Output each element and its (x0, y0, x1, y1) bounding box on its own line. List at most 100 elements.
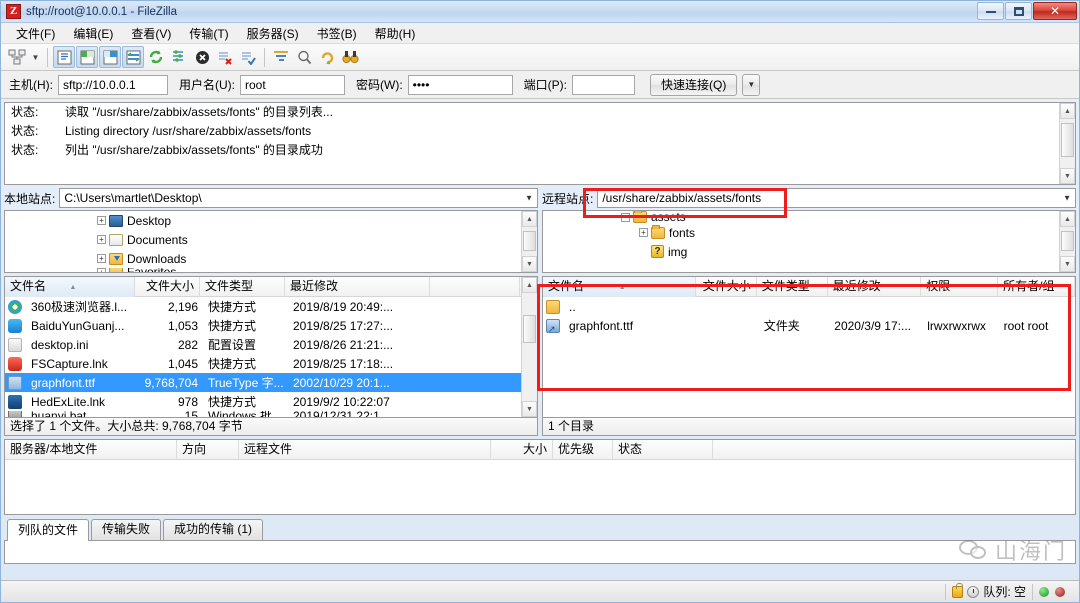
host-input[interactable] (58, 74, 168, 95)
scroll-down-icon[interactable]: ▼ (522, 256, 537, 272)
tab-queued-files[interactable]: 列队的文件 (7, 519, 90, 541)
ini-file-icon (8, 337, 22, 352)
scroll-up-icon[interactable]: ▲ (522, 277, 537, 293)
menu-bookmarks[interactable]: 书签(B) (308, 23, 366, 44)
scroll-up-icon[interactable]: ▲ (1060, 103, 1075, 119)
scrollbar-thumb[interactable] (1061, 231, 1074, 251)
disconnect-button[interactable] (214, 46, 236, 68)
tree-expander-icon[interactable]: + (97, 268, 106, 272)
process-queue-button[interactable] (168, 46, 190, 68)
toggle-transfer-queue-button[interactable] (122, 46, 144, 68)
local-directory-tree[interactable]: + Desktop + Documents + Downloads + ▲ ▼ (4, 210, 538, 273)
column-header-priority[interactable]: 优先级 (553, 440, 613, 460)
message-log-scrollbar[interactable]: ▲ ▼ (1059, 103, 1075, 184)
compare-directories-button[interactable] (293, 46, 315, 68)
menu-help[interactable]: 帮助(H) (366, 23, 425, 44)
minimize-button[interactable] (977, 2, 1004, 20)
remote-file-list-header: 文件名 ▲ 文件大小 文件类型 最近修改 权限 所有者/组 (543, 277, 1075, 297)
scroll-down-icon[interactable]: ▼ (1060, 256, 1075, 272)
table-row[interactable]: HedExLite.lnk 978 快捷方式 2019/9/2 10:22:07 (5, 392, 537, 411)
scrollbar-thumb[interactable] (523, 231, 536, 251)
local-site-input[interactable]: C:\Users\martlet\Desktop\ ▼ (59, 188, 538, 208)
site-manager-button[interactable] (6, 46, 28, 68)
column-header-modified[interactable]: 最近修改 (285, 277, 430, 297)
column-header-status[interactable]: 状态 (613, 440, 713, 460)
toggle-local-tree-button[interactable] (76, 46, 98, 68)
column-header-filetype[interactable]: 文件类型 (757, 277, 828, 297)
remote-file-list[interactable]: 文件名 ▲ 文件大小 文件类型 最近修改 权限 所有者/组 .. ↗ graph… (542, 276, 1076, 418)
menu-server[interactable]: 服务器(S) (238, 23, 308, 44)
site-manager-dropdown-icon[interactable]: ▼ (29, 46, 42, 68)
quickconnect-button[interactable]: 快速连接(Q) (650, 73, 738, 96)
port-input[interactable] (572, 74, 635, 95)
tree-item-desktop[interactable]: + Desktop (5, 211, 537, 230)
remote-tree-scrollbar[interactable]: ▲ ▼ (1059, 211, 1075, 272)
synchronized-browsing-button[interactable] (316, 46, 338, 68)
tree-item-favorites[interactable]: + Favorites (5, 268, 537, 272)
tree-item-downloads[interactable]: + Downloads (5, 249, 537, 268)
menu-transfer[interactable]: 传输(T) (180, 23, 237, 44)
cancel-operation-button[interactable] (191, 46, 213, 68)
toggle-message-log-button[interactable] (53, 46, 75, 68)
column-header-filetype[interactable]: 文件类型 (200, 277, 285, 297)
tab-successful-transfers[interactable]: 成功的传输 (1) (163, 519, 264, 540)
tree-item-fonts[interactable]: + fonts (543, 223, 1075, 242)
tree-expander-icon[interactable]: + (639, 228, 648, 237)
tab-failed-transfers[interactable]: 传输失败 (91, 519, 162, 540)
table-row[interactable]: desktop.ini 282 配置设置 2019/8/26 21:21:... (5, 335, 537, 354)
column-header-server-local-file[interactable]: 服务器/本地文件 (5, 440, 177, 460)
chevron-down-icon[interactable]: ▼ (525, 194, 533, 203)
tree-item-documents[interactable]: + Documents (5, 230, 537, 249)
find-files-button[interactable] (339, 46, 361, 68)
menu-view[interactable]: 查看(V) (122, 23, 180, 44)
column-header-blank[interactable] (430, 277, 520, 297)
tree-expander-icon[interactable]: + (97, 216, 106, 225)
scroll-up-icon[interactable]: ▲ (522, 211, 537, 227)
column-header-size[interactable]: 大小 (491, 440, 553, 460)
maximize-button[interactable] (1005, 2, 1032, 20)
column-header-filename[interactable]: 文件名 ▲ (5, 277, 135, 297)
column-header-remote-file[interactable]: 远程文件 (239, 440, 491, 460)
table-row[interactable]: FSCapture.lnk 1,045 快捷方式 2019/8/25 17:18… (5, 354, 537, 373)
quickconnect-history-dropdown-icon[interactable]: ▼ (742, 73, 761, 96)
close-button[interactable]: ✕ (1033, 2, 1077, 20)
column-header-filename[interactable]: 文件名 ▲ (543, 277, 696, 297)
local-file-list[interactable]: 文件名 ▲ 文件大小 文件类型 最近修改 360极速浏览器.l... 2,196… (4, 276, 538, 418)
table-row[interactable]: BaiduYunGuanj... 1,053 快捷方式 2019/8/25 17… (5, 316, 537, 335)
scrollbar-thumb[interactable] (523, 315, 536, 343)
filter-button[interactable] (270, 46, 292, 68)
scroll-down-icon[interactable]: ▼ (522, 401, 537, 417)
chevron-down-icon[interactable]: ▼ (1063, 194, 1071, 203)
remote-site-input[interactable]: /usr/share/zabbix/assets/fonts ▼ (597, 188, 1076, 208)
scroll-up-icon[interactable]: ▲ (1060, 211, 1075, 227)
password-input[interactable] (407, 74, 513, 95)
column-header-owner-group[interactable]: 所有者/组 (998, 277, 1075, 297)
tree-expander-icon[interactable]: + (97, 235, 106, 244)
local-file-list-scrollbar[interactable]: ▲ ▼ (521, 277, 537, 417)
scrollbar-thumb[interactable] (1061, 123, 1074, 157)
column-header-filesize[interactable]: 文件大小 (135, 277, 200, 297)
refresh-button[interactable] (145, 46, 167, 68)
local-tree-scrollbar[interactable]: ▲ ▼ (521, 211, 537, 272)
table-row[interactable]: 360极速浏览器.l... 2,196 快捷方式 2019/8/19 20:49… (5, 297, 537, 316)
table-row[interactable]: huanyi.bat 15 Windows 批... 2019/12/31 22… (5, 411, 537, 417)
table-row[interactable]: .. (543, 297, 1075, 316)
column-header-filesize[interactable]: 文件大小 (696, 277, 757, 297)
username-input[interactable] (240, 74, 345, 95)
column-header-direction[interactable]: 方向 (177, 440, 239, 460)
table-row[interactable]: graphfont.ttf 文件夹 2020/3/9 17:... lrwxrw… (543, 316, 1075, 335)
column-header-modified[interactable]: 最近修改 (828, 277, 922, 297)
menu-edit[interactable]: 编辑(E) (64, 23, 122, 44)
column-header-permissions[interactable]: 权限 (921, 277, 999, 297)
tree-collapser-icon[interactable]: − (621, 212, 630, 222)
tree-expander-icon[interactable]: + (97, 254, 106, 263)
table-row-selected[interactable]: graphfont.ttf 9,768,704 TrueType 字... 20… (5, 373, 537, 392)
tree-item-assets[interactable]: − assets (543, 211, 1075, 223)
tree-item-img[interactable]: ? img (543, 242, 1075, 261)
reconnect-button[interactable] (237, 46, 259, 68)
menu-file[interactable]: 文件(F) (7, 23, 64, 44)
toggle-remote-tree-button[interactable] (99, 46, 121, 68)
remote-directory-tree[interactable]: − assets + fonts ? img ▲ ▼ (542, 210, 1076, 273)
transfer-queue-panel[interactable]: 服务器/本地文件 方向 远程文件 大小 优先级 状态 (4, 439, 1076, 515)
scroll-down-icon[interactable]: ▼ (1060, 168, 1075, 184)
